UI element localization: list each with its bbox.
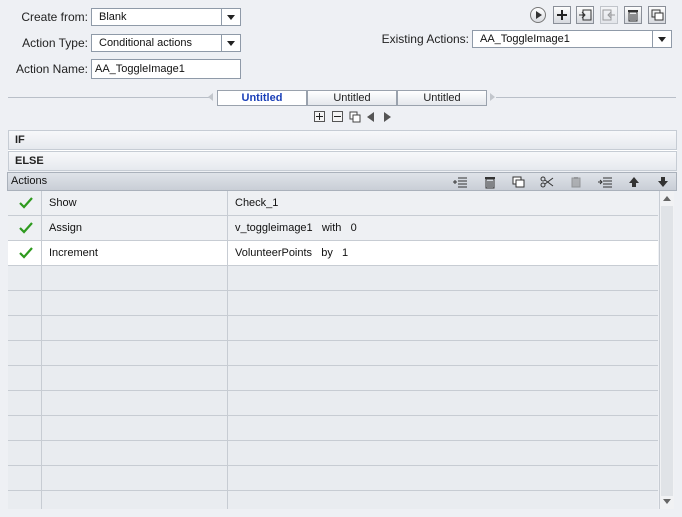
column-divider <box>41 191 42 509</box>
action-name-input[interactable]: AA_ToggleImage1 <box>91 59 241 79</box>
arrow-up-icon <box>629 177 639 187</box>
scroll-up-icon[interactable] <box>663 196 671 201</box>
add-icon <box>557 10 567 20</box>
cut-row-button[interactable] <box>539 175 555 189</box>
table-row[interactable]: Show Check_1 <box>8 191 658 216</box>
existing-actions-value: AA_ToggleImage1 <box>480 33 570 45</box>
export-action-button[interactable] <box>600 6 618 24</box>
import-action-button[interactable] <box>576 6 594 24</box>
copy-icon <box>512 176 524 188</box>
create-from-value: Blank <box>99 11 127 23</box>
add-row-button[interactable] <box>452 175 468 189</box>
actions-grid[interactable]: Show Check_1 Assign v_toggleimage1 with … <box>8 191 658 509</box>
copy-icon <box>349 111 361 123</box>
table-row[interactable] <box>8 491 658 509</box>
play-button[interactable] <box>530 7 546 23</box>
table-row[interactable] <box>8 341 658 366</box>
scroll-thumb[interactable] <box>661 206 673 496</box>
delete-action-button[interactable] <box>624 6 642 24</box>
tab-untitled-3[interactable]: Untitled <box>397 90 487 106</box>
trash-icon <box>485 176 495 188</box>
vertical-scrollbar[interactable] <box>659 191 674 509</box>
copy-row-button[interactable] <box>510 175 526 189</box>
add-condition-button[interactable] <box>314 111 325 122</box>
table-row[interactable]: Assign v_toggleimage1 with 0 <box>8 216 658 241</box>
table-row[interactable]: Increment VolunteerPoints by 1 <box>8 241 658 266</box>
divider-left <box>8 97 213 98</box>
export-icon <box>602 9 615 21</box>
add-row-icon <box>453 177 467 188</box>
play-icon <box>536 11 542 19</box>
action-cell: Assign <box>49 222 83 234</box>
trash-icon <box>628 9 638 21</box>
copy-condition-button[interactable] <box>349 111 361 123</box>
tab-scroll-left-icon[interactable] <box>208 93 213 101</box>
table-row[interactable] <box>8 441 658 466</box>
if-section[interactable]: IF <box>8 130 677 150</box>
chevron-down-icon[interactable] <box>221 9 240 25</box>
insert-row-icon <box>598 177 612 188</box>
divider-right <box>496 97 676 98</box>
table-row[interactable] <box>8 416 658 441</box>
else-section[interactable]: ELSE <box>8 151 677 171</box>
scissors-icon <box>540 176 554 188</box>
detail-cell: VolunteerPoints by 1 <box>235 247 349 259</box>
table-row[interactable] <box>8 391 658 416</box>
action-type-label: Action Type: <box>22 36 88 50</box>
chevron-down-icon[interactable] <box>221 35 240 51</box>
create-from-select[interactable]: Blank <box>91 8 241 26</box>
tab-untitled-2[interactable]: Untitled <box>307 90 397 106</box>
next-condition-icon[interactable] <box>384 112 391 122</box>
create-from-label: Create from: <box>21 10 88 24</box>
existing-actions-label: Existing Actions: <box>381 32 469 46</box>
arrow-down-icon <box>658 177 668 187</box>
chevron-down-icon[interactable] <box>652 31 671 47</box>
action-cell: Show <box>49 197 77 209</box>
paste-icon <box>571 177 580 188</box>
table-row[interactable] <box>8 266 658 291</box>
duplicate-action-button[interactable] <box>648 6 666 24</box>
action-type-select[interactable]: Conditional actions <box>91 34 241 52</box>
actions-label: Actions <box>11 175 48 187</box>
check-icon[interactable] <box>19 216 33 240</box>
check-icon[interactable] <box>19 191 33 215</box>
table-row[interactable] <box>8 291 658 316</box>
delete-row-button[interactable] <box>482 175 498 189</box>
plus-icon <box>316 113 323 120</box>
remove-condition-button[interactable] <box>332 111 343 122</box>
table-row[interactable] <box>8 466 658 491</box>
scroll-down-icon[interactable] <box>663 499 671 504</box>
import-icon <box>579 9 592 21</box>
minus-icon <box>334 116 341 117</box>
table-row[interactable] <box>8 366 658 391</box>
insert-row-button[interactable] <box>597 175 613 189</box>
column-divider <box>227 191 228 509</box>
existing-actions-select[interactable]: AA_ToggleImage1 <box>472 30 672 48</box>
action-cell: Increment <box>49 247 98 259</box>
prev-condition-icon[interactable] <box>367 112 374 122</box>
detail-cell: v_toggleimage1 with 0 <box>235 222 357 234</box>
table-row[interactable] <box>8 316 658 341</box>
check-icon[interactable] <box>19 241 33 265</box>
move-down-button[interactable] <box>655 175 671 189</box>
add-action-button[interactable] <box>553 6 571 24</box>
tab-scroll-right-icon[interactable] <box>490 93 495 101</box>
action-type-value: Conditional actions <box>99 37 192 49</box>
paste-row-button[interactable] <box>568 175 584 189</box>
detail-cell: Check_1 <box>235 197 279 209</box>
action-name-label: Action Name: <box>15 62 88 76</box>
duplicate-icon <box>651 9 663 21</box>
tab-untitled-1[interactable]: Untitled <box>217 90 307 106</box>
move-up-button[interactable] <box>626 175 642 189</box>
